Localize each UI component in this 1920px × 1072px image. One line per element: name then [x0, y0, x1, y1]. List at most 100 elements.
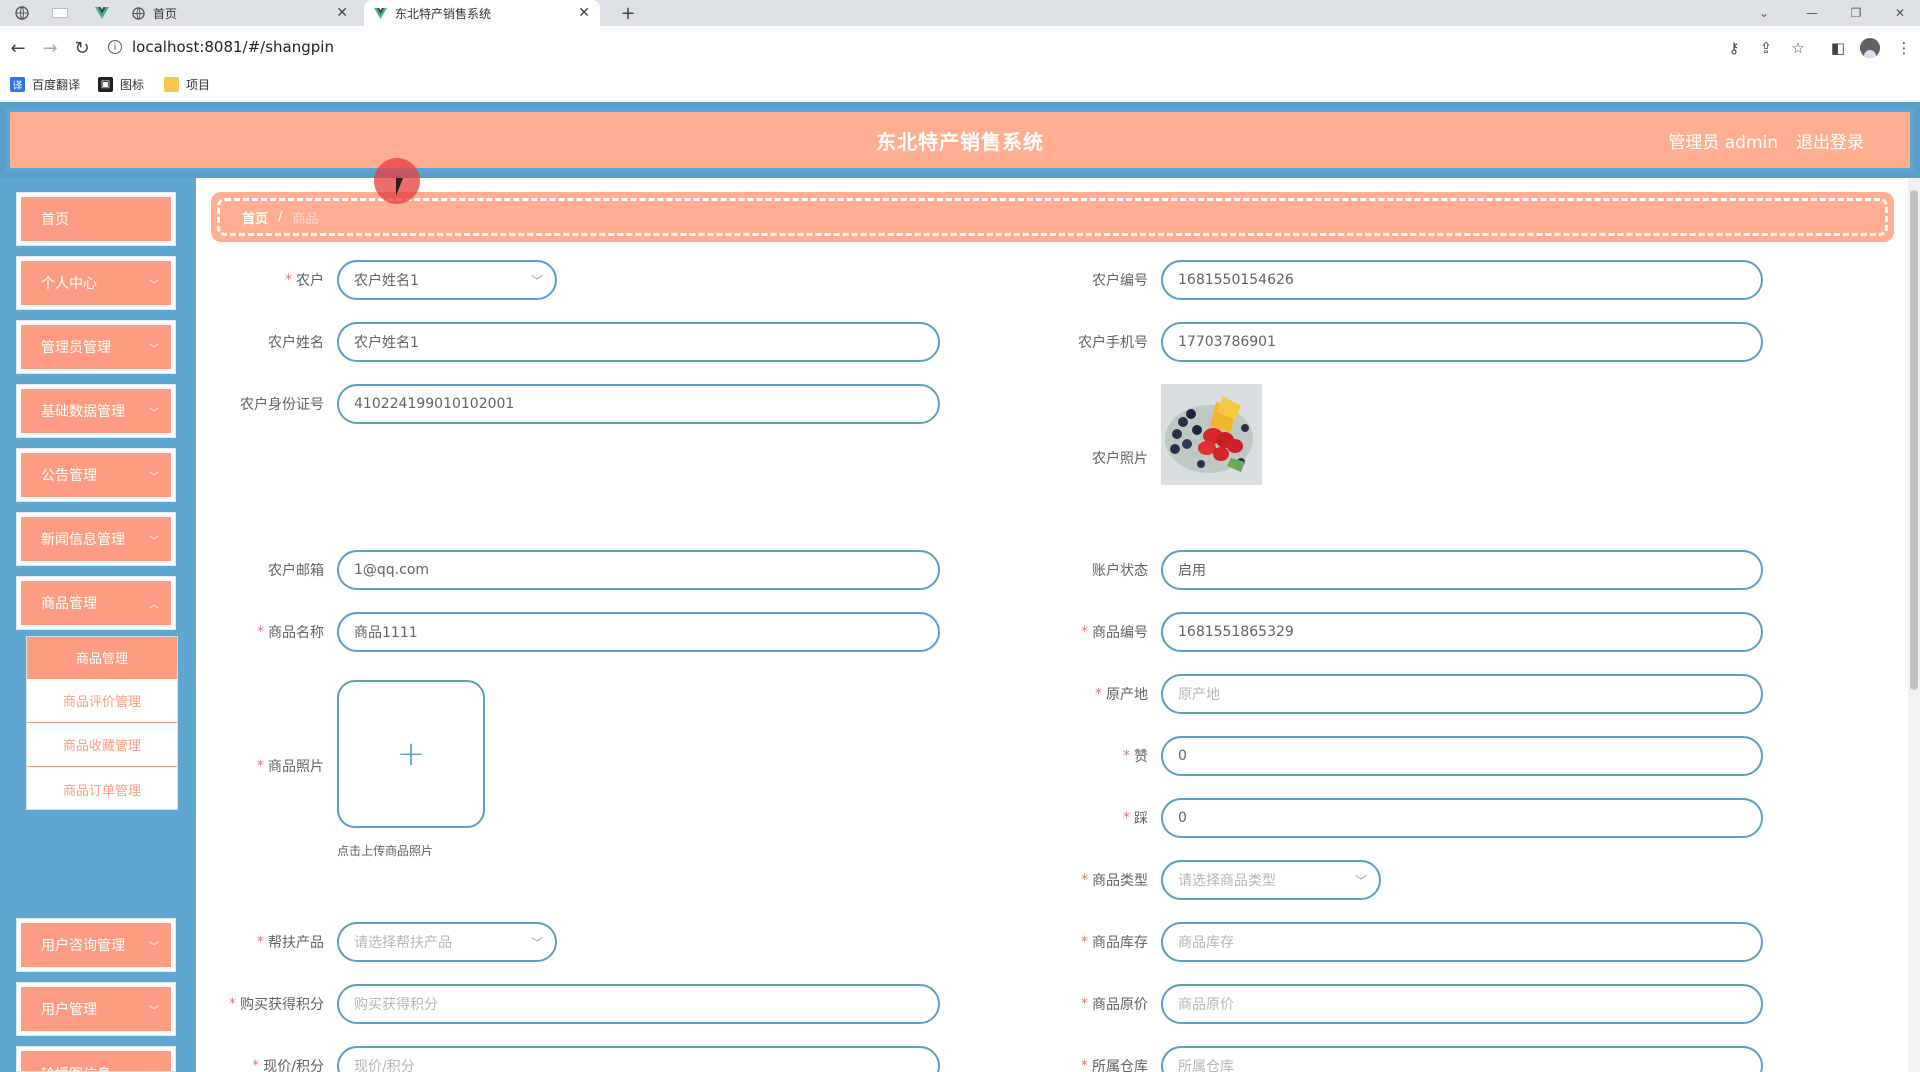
- origin-label: * 原产地: [1095, 686, 1148, 703]
- vue-icon: [374, 7, 387, 19]
- farmer-idcard-field[interactable]: 410224199010102001: [337, 384, 940, 424]
- main-content: 首页 / 商品 * 农户 农户姓名1 ﹀ 农户编号 1681550154626 农户…: [196, 178, 1908, 1072]
- farmer-code-field[interactable]: 1681550154626: [1161, 260, 1763, 300]
- scrollbar[interactable]: [1908, 178, 1920, 1072]
- tab-active[interactable]: 东北特产销售系统 ✕: [364, 0, 600, 26]
- cai-field[interactable]: 0: [1161, 798, 1763, 838]
- account-status-label: 账户状态: [1092, 563, 1148, 579]
- app-container: 东北特产销售系统 管理员 admin 退出登录 首页 个人中心 ﹀ 管理员管理 ﹀ …: [0, 98, 1920, 1072]
- sidebar-item-carousel[interactable]: 轮播图信息 ﹀: [16, 1046, 176, 1072]
- product-submenu: 商品管理 商品评价管理 商品收藏管理 商品订单管理: [26, 636, 178, 810]
- forward-arrow-icon[interactable]: →: [36, 34, 64, 62]
- url-field[interactable]: i localhost:8081/#/shangpin: [108, 32, 1754, 62]
- sidebar-item-notice[interactable]: 公告管理 ﹀: [16, 448, 176, 502]
- translate-icon: 译: [10, 76, 25, 92]
- chevron-down-icon: ﹀: [149, 279, 159, 291]
- product-type-select[interactable]: 请选择商品类型 ﹀: [1161, 860, 1381, 900]
- close-window-icon[interactable]: ✕: [1880, 0, 1920, 26]
- sidebar-item-label: 首页: [41, 212, 69, 228]
- cai-label: * 踩: [1123, 810, 1148, 827]
- sidebar-item-base-data[interactable]: 基础数据管理 ﹀: [16, 384, 176, 438]
- bookmark-project[interactable]: 项目: [164, 70, 210, 98]
- farmer-select[interactable]: 农户姓名1 ﹀: [337, 260, 557, 300]
- bookmark-icons[interactable]: ▣ 图标: [98, 70, 144, 98]
- tab-home[interactable]: 首页 ✕: [122, 0, 358, 26]
- restore-icon[interactable]: ❐: [1836, 0, 1876, 26]
- reload-icon[interactable]: ↻: [68, 34, 96, 62]
- chevron-down-icon: ﹀: [530, 273, 543, 288]
- new-tab-button[interactable]: +: [616, 0, 640, 26]
- sidebar-item-home[interactable]: 首页: [16, 192, 176, 246]
- breadcrumb-home[interactable]: 首页: [242, 208, 268, 227]
- sidebar-item-user[interactable]: 用户管理 ﹀: [16, 982, 176, 1036]
- breadcrumb: 首页 / 商品: [211, 192, 1894, 242]
- product-photo-upload[interactable]: +: [337, 680, 485, 828]
- farmer-idcard-label: 农户身份证号: [240, 397, 324, 413]
- sidebar-item-personal-center[interactable]: 个人中心 ﹀: [16, 256, 176, 310]
- mouse-cursor-icon: [396, 178, 410, 196]
- logout-button[interactable]: 退出登录: [1796, 112, 1864, 168]
- browser-tab-bar: 首页 ✕ 东北特产销售系统 ✕ + ⌄ — ❐ ✕: [0, 0, 1920, 26]
- sidebar-item-consult[interactable]: 用户咨询管理 ﹀: [16, 918, 176, 972]
- key-icon[interactable]: ⚷: [1722, 36, 1746, 60]
- chevron-up-icon: ︿: [149, 599, 159, 611]
- breadcrumb-separator: /: [278, 209, 283, 225]
- plus-icon: +: [396, 734, 426, 774]
- sidebar-item-admin[interactable]: 管理员管理 ﹀: [16, 320, 176, 374]
- upload-tip: 点击上传商品照片: [337, 844, 434, 858]
- help-product-select[interactable]: 请选择帮扶产品 ﹀: [337, 922, 557, 962]
- bookmark-baidu-translate[interactable]: 译 百度翻译: [10, 70, 80, 98]
- farmer-photo-image[interactable]: [1161, 384, 1262, 485]
- product-code-field[interactable]: 1681551865329: [1161, 612, 1763, 652]
- chevron-down-icon: ﹀: [149, 343, 159, 355]
- scroll-thumb[interactable]: [1910, 190, 1918, 690]
- farmer-email-field[interactable]: 1@qq.com: [337, 550, 940, 590]
- more-menu-icon[interactable]: ⋮: [1892, 36, 1916, 60]
- breadcrumb-current: 商品: [292, 211, 319, 227]
- stock-field[interactable]: 商品库存: [1161, 922, 1763, 962]
- warehouse-field[interactable]: 所属仓库: [1161, 1046, 1763, 1072]
- farmer-email-label: 农户邮箱: [268, 563, 324, 579]
- current-price-field[interactable]: 现价/积分: [337, 1046, 940, 1072]
- farmer-phone-field[interactable]: 17703786901: [1161, 322, 1763, 362]
- product-name-field[interactable]: 商品1111: [337, 612, 940, 652]
- chevron-down-icon: ﹀: [149, 941, 159, 953]
- vue-icon[interactable]: [88, 0, 116, 26]
- bookmark-label: 项目: [186, 77, 211, 92]
- info-icon[interactable]: i: [108, 40, 122, 54]
- points-field[interactable]: 购买获得积分: [337, 984, 940, 1024]
- chevron-down-icon: ﹀: [149, 1067, 159, 1072]
- submenu-item-review[interactable]: 商品评价管理: [27, 679, 177, 723]
- submenu-item-favorite[interactable]: 商品收藏管理: [27, 723, 177, 767]
- minimize-icon[interactable]: —: [1792, 0, 1832, 26]
- farmer-name-label: 农户姓名: [268, 335, 324, 351]
- account-status-field[interactable]: 启用: [1161, 550, 1763, 590]
- chevron-down-icon[interactable]: ⌄: [1744, 0, 1784, 26]
- bookmark-label: 百度翻译: [32, 77, 81, 92]
- profile-icon[interactable]: [1858, 36, 1882, 60]
- chevron-down-icon: ﹀: [149, 407, 159, 419]
- sidebar-item-product[interactable]: 商品管理 ︿: [16, 576, 176, 630]
- sidebar-item-label: 轮播图信息: [41, 1064, 111, 1071]
- close-icon[interactable]: ✕: [336, 5, 348, 21]
- close-icon[interactable]: ✕: [578, 5, 590, 21]
- sidepanel-icon[interactable]: ◧: [1826, 36, 1850, 60]
- farmer-name-field[interactable]: 农户姓名1: [337, 322, 940, 362]
- submenu-item-product[interactable]: 商品管理: [27, 637, 177, 679]
- app-header: 东北特产销售系统 管理员 admin 退出登录: [0, 102, 1920, 178]
- share-icon[interactable]: ⇪: [1754, 36, 1778, 60]
- submenu-item-order[interactable]: 商品订单管理: [27, 767, 177, 811]
- origin-field[interactable]: 原产地: [1161, 674, 1763, 714]
- sidebar-item-label: 管理员管理: [41, 340, 111, 356]
- back-arrow-icon[interactable]: ←: [4, 34, 32, 62]
- chevron-down-icon: ﹀: [1354, 873, 1367, 888]
- help-product-label: * 帮扶产品: [257, 934, 324, 951]
- sidebar-item-news[interactable]: 新闻信息管理 ﹀: [16, 512, 176, 566]
- zan-field[interactable]: 0: [1161, 736, 1763, 776]
- product-name-label: * 商品名称: [257, 624, 324, 641]
- star-icon[interactable]: ☆: [1786, 36, 1810, 60]
- globe-icon[interactable]: [8, 0, 36, 26]
- farmer-code-label: 农户编号: [1092, 273, 1148, 289]
- blank-tab-icon[interactable]: [46, 0, 74, 26]
- original-price-field[interactable]: 商品原价: [1161, 984, 1763, 1024]
